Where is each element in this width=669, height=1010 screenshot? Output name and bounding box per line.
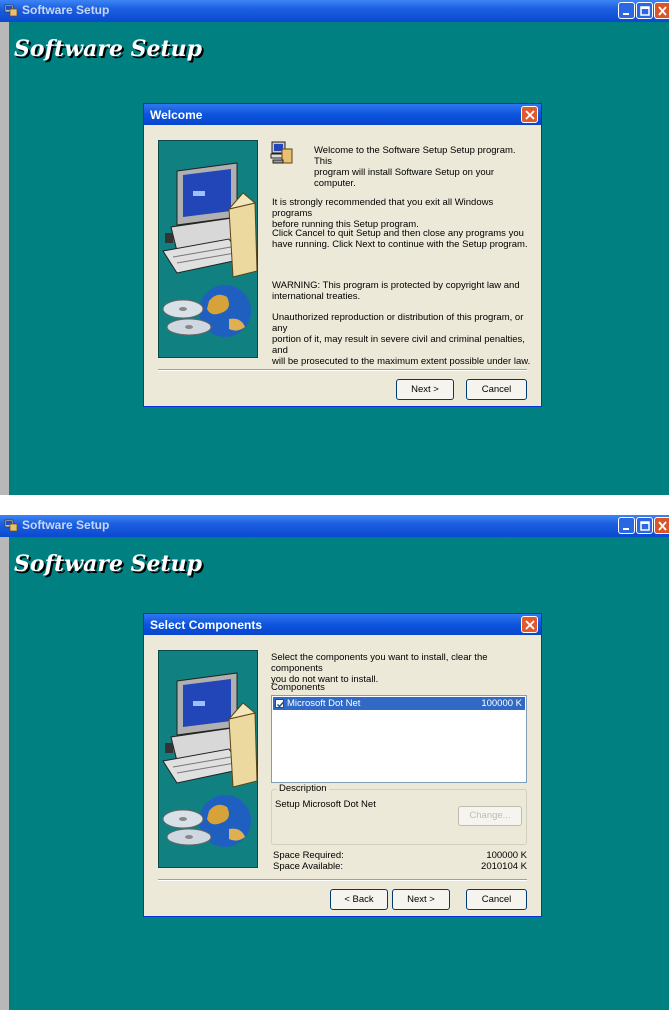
banner-title: Software Setup bbox=[14, 551, 203, 577]
next-button[interactable]: Next > bbox=[392, 889, 450, 910]
dialog-titlebar[interactable]: Welcome bbox=[144, 104, 541, 125]
component-name: Microsoft Dot Net bbox=[287, 698, 361, 709]
welcome-screen: Software Setup Software Setup Welcome We… bbox=[0, 0, 669, 495]
warning-line: international treaties. bbox=[272, 291, 361, 302]
change-button[interactable]: Change... bbox=[458, 806, 522, 826]
description-groupbox: Description Setup Microsoft Dot Net Chan… bbox=[271, 783, 527, 845]
maximize-button[interactable] bbox=[636, 2, 653, 19]
setup-illustration-panel bbox=[158, 650, 258, 868]
close-button[interactable] bbox=[654, 517, 669, 534]
back-button[interactable]: < Back bbox=[330, 889, 388, 910]
setup-small-icon bbox=[270, 141, 293, 164]
select-components-dialog: Select Components Select the components … bbox=[143, 613, 542, 917]
warning-line: WARNING: This program is protected by co… bbox=[272, 280, 520, 291]
computer-illustration bbox=[162, 672, 257, 847]
dialog-separator bbox=[158, 879, 527, 881]
close-icon bbox=[525, 110, 535, 120]
minimize-icon bbox=[623, 528, 629, 530]
checkbox-icon bbox=[276, 701, 285, 708]
setup-app-icon bbox=[4, 4, 18, 17]
space-required-label: Space Required: bbox=[273, 850, 344, 861]
dialog-titlebar[interactable]: Select Components bbox=[144, 614, 541, 635]
computer-illustration bbox=[162, 162, 257, 337]
description-legend: Description bbox=[277, 783, 329, 794]
legal-line: portion of it, may result in severe civi… bbox=[272, 334, 525, 356]
left-edge bbox=[0, 537, 9, 1010]
setup-app-icon bbox=[4, 519, 18, 532]
cancel-instruction-line: Click Cancel to quit Setup and then clos… bbox=[272, 228, 524, 239]
minimize-icon bbox=[623, 13, 629, 15]
minimize-button[interactable] bbox=[618, 2, 635, 19]
left-edge bbox=[0, 22, 9, 495]
window-title: Software Setup bbox=[22, 518, 110, 532]
maximize-icon bbox=[640, 521, 650, 531]
component-size: 100000 K bbox=[481, 698, 522, 709]
close-icon bbox=[525, 620, 535, 630]
recommendation-line: It is strongly recommended that you exit… bbox=[272, 197, 494, 219]
maximize-icon bbox=[640, 6, 650, 16]
intro-text-line: program will install Software Setup on y… bbox=[314, 167, 495, 189]
components-list[interactable]: Microsoft Dot Net 100000 K bbox=[271, 695, 527, 783]
close-icon bbox=[658, 6, 667, 16]
next-button[interactable]: Next > bbox=[396, 379, 454, 400]
select-components-screen: Software Setup Software Setup Select Com… bbox=[0, 515, 669, 1010]
window-title: Software Setup bbox=[22, 3, 110, 17]
description-text: Setup Microsoft Dot Net bbox=[275, 799, 376, 810]
dialog-close-button[interactable] bbox=[521, 106, 538, 123]
space-available-value: 2010104 K bbox=[481, 861, 527, 872]
cancel-instruction-line: have running. Click Next to continue wit… bbox=[272, 239, 528, 250]
dialog-title: Select Components bbox=[150, 618, 263, 632]
dialog-title: Welcome bbox=[150, 108, 203, 122]
dialog-close-button[interactable] bbox=[521, 616, 538, 633]
space-available-label: Space Available: bbox=[273, 861, 344, 872]
components-label: Components bbox=[271, 682, 325, 693]
space-required-value: 100000 K bbox=[486, 850, 527, 861]
minimize-button[interactable] bbox=[618, 517, 635, 534]
window-titlebar[interactable]: Software Setup bbox=[0, 515, 669, 537]
close-button[interactable] bbox=[654, 2, 669, 19]
dialog-separator bbox=[158, 369, 527, 371]
banner-title: Software Setup bbox=[14, 36, 203, 62]
welcome-dialog: Welcome Welcome to the Software Setup Se… bbox=[143, 103, 542, 407]
cancel-button[interactable]: Cancel bbox=[466, 379, 527, 400]
legal-line: Unauthorized reproduction or distributio… bbox=[272, 312, 524, 334]
close-icon bbox=[658, 521, 667, 531]
setup-illustration-panel bbox=[158, 140, 258, 358]
cancel-button[interactable]: Cancel bbox=[466, 889, 527, 910]
component-checkbox[interactable] bbox=[275, 699, 285, 708]
component-list-item[interactable]: Microsoft Dot Net 100000 K bbox=[273, 697, 525, 710]
legal-line: will be prosecuted to the maximum extent… bbox=[272, 356, 531, 367]
intro-text-line: Welcome to the Software Setup Setup prog… bbox=[314, 145, 516, 167]
maximize-button[interactable] bbox=[636, 517, 653, 534]
instruction-line: Select the components you want to instal… bbox=[271, 652, 488, 674]
window-titlebar[interactable]: Software Setup bbox=[0, 0, 669, 22]
